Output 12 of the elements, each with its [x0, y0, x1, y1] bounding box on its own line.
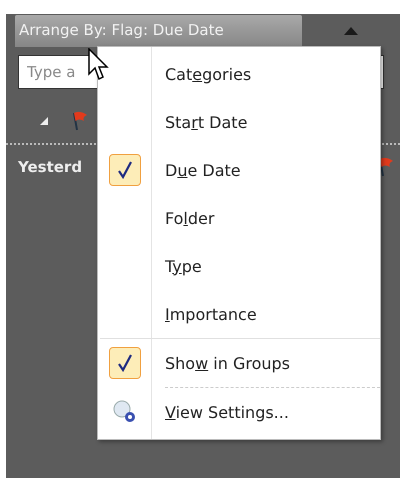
- menu-item[interactable]: Importance: [98, 290, 380, 338]
- menu-item[interactable]: View Settings...: [98, 388, 380, 436]
- menu-item[interactable]: Type: [98, 242, 380, 290]
- menu-item[interactable]: Show in Groups: [98, 339, 380, 387]
- menu-item[interactable]: Start Date: [98, 98, 380, 146]
- collapse-arrow-icon[interactable]: [344, 27, 358, 35]
- menu-item[interactable]: Due Date: [98, 146, 380, 194]
- view-settings-icon: [112, 400, 136, 424]
- menu-item[interactable]: Categories: [98, 50, 380, 98]
- group-label: Yesterd: [18, 158, 82, 176]
- sort-triangle-icon: [40, 117, 48, 125]
- menu-item[interactable]: Folder: [98, 194, 380, 242]
